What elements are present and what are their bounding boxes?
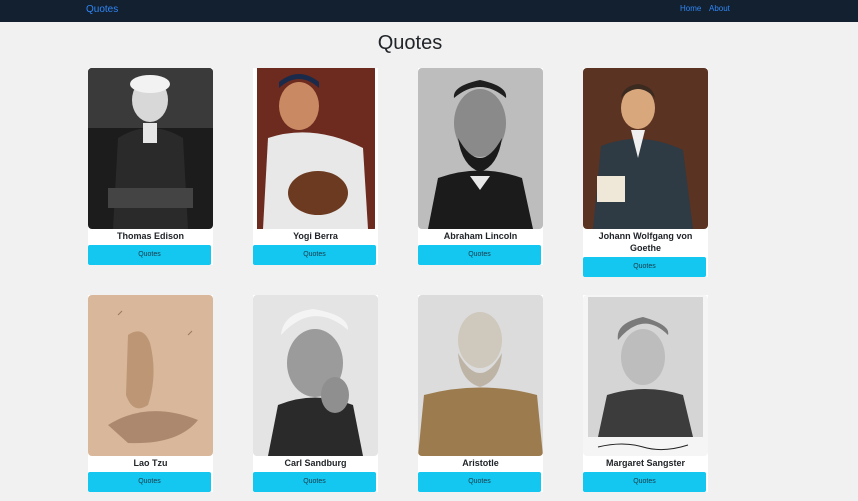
portrait-image — [583, 68, 708, 229]
navbar: Quotes Home About — [0, 0, 858, 22]
person-name: Thomas Edison — [116, 231, 184, 241]
quotes-button-lincoln[interactable]: Quotes — [418, 245, 541, 265]
person-name: Margaret Sangster — [605, 458, 686, 468]
quotes-button-sandburg[interactable]: Quotes — [253, 472, 376, 492]
quotes-button-laotzu[interactable]: Quotes — [88, 472, 211, 492]
person-name: Johann Wolfgang von Goethe — [598, 231, 693, 253]
person-card-aristotle: Aristotle Quotes — [418, 295, 543, 492]
portrait-image — [88, 295, 213, 456]
quotes-button-edison[interactable]: Quotes — [88, 245, 211, 265]
person-card-sandburg: Carl Sandburg Quotes — [253, 295, 378, 492]
portrait-image — [253, 68, 378, 229]
person-name: Lao Tzu — [133, 458, 168, 468]
nav-about-link[interactable]: About — [709, 4, 730, 13]
person-card-berra: Yogi Berra Quotes — [253, 68, 378, 265]
quotes-button-goethe[interactable]: Quotes — [583, 257, 706, 277]
person-card-goethe: Johann Wolfgang von Goethe Quotes — [583, 68, 708, 277]
portrait-image — [418, 68, 543, 229]
brand-link[interactable]: Quotes — [86, 4, 118, 15]
page-title: Quotes — [377, 32, 443, 54]
nav-home-link[interactable]: Home — [680, 4, 701, 13]
portrait-image — [253, 295, 378, 456]
quotes-button-sangster[interactable]: Quotes — [583, 472, 706, 492]
person-card-edison: Thomas Edison Quotes — [88, 68, 213, 265]
portrait-image — [583, 295, 708, 456]
person-card-laotzu: Lao Tzu Quotes — [88, 295, 213, 492]
quotes-button-aristotle[interactable]: Quotes — [418, 472, 541, 492]
quotes-button-berra[interactable]: Quotes — [253, 245, 376, 265]
portrait-image — [88, 68, 213, 229]
person-name: Abraham Lincoln — [443, 231, 518, 241]
person-name: Aristotle — [462, 458, 499, 468]
person-name: Yogi Berra — [293, 231, 338, 241]
person-card-sangster: Margaret Sangster Quotes — [583, 295, 708, 492]
person-card-lincoln: Abraham Lincoln Quotes — [418, 68, 543, 265]
person-name: Carl Sandburg — [284, 458, 347, 468]
portrait-image — [418, 295, 543, 456]
